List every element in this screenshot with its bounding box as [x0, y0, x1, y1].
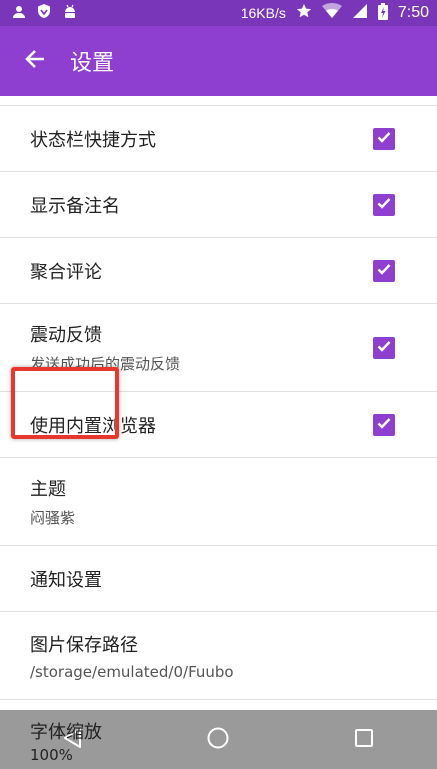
setting-summary: 闷骚紫	[30, 509, 76, 527]
setting-image-save-path[interactable]: 图片保存路径 /storage/emulated/0/Fuubo	[0, 612, 437, 700]
check-icon	[376, 338, 392, 358]
setting-label: 通知设置	[30, 569, 102, 591]
setting-label: 震动反馈	[30, 325, 102, 346]
net-speed: 16KB/s	[240, 5, 286, 21]
nav-back-button[interactable]	[43, 715, 103, 765]
setting-summary: /storage/emulated/0/Fuubo	[30, 662, 234, 681]
highlight-box	[11, 367, 119, 439]
back-button[interactable]	[0, 26, 70, 96]
star-icon	[296, 3, 312, 23]
check-icon	[376, 195, 392, 215]
setting-status-bar-shortcut[interactable]: 状态栏快捷方式	[0, 106, 437, 172]
setting-theme[interactable]: 主题 闷骚紫	[0, 458, 437, 546]
setting-label: 显示备注名	[30, 195, 120, 217]
checkbox-show-remark-name[interactable]	[373, 193, 395, 216]
setting-label: 状态栏快捷方式	[30, 129, 156, 151]
arrow-left-icon	[24, 48, 46, 74]
app-toolbar: 设置	[0, 26, 437, 96]
person-icon	[12, 4, 26, 23]
navigation-bar	[0, 710, 437, 769]
square-recents-icon	[354, 728, 374, 752]
circle-home-icon	[206, 726, 230, 754]
clock: 7:50	[397, 4, 429, 21]
status-bar: 16KB/s 7:50	[0, 0, 437, 26]
checkbox-vibration-feedback[interactable]	[373, 336, 395, 359]
check-icon	[376, 415, 392, 435]
setting-notifications[interactable]: 通知设置	[0, 546, 437, 612]
check-icon	[376, 129, 392, 149]
list-top-divider	[0, 96, 437, 106]
cell-signal-icon	[352, 3, 368, 23]
battery-icon	[377, 2, 388, 24]
setting-aggregate-comments[interactable]: 聚合评论	[0, 238, 437, 304]
setting-show-remark-name[interactable]: 显示备注名	[0, 172, 437, 238]
nav-home-button[interactable]	[188, 715, 248, 765]
android-icon	[62, 3, 78, 23]
setting-label: 聚合评论	[30, 261, 102, 283]
triangle-back-icon	[62, 727, 84, 753]
setting-label: 主题	[30, 479, 66, 500]
page-title: 设置	[70, 51, 115, 76]
setting-label: 图片保存路径	[30, 634, 138, 656]
checkbox-builtin-browser[interactable]	[373, 413, 395, 436]
nav-recents-button[interactable]	[334, 715, 394, 765]
shield-icon	[36, 3, 52, 23]
check-icon	[376, 261, 392, 281]
checkbox-aggregate-comments[interactable]	[373, 259, 395, 282]
checkbox-status-bar-shortcut[interactable]	[373, 127, 395, 150]
wifi-icon	[321, 3, 342, 23]
